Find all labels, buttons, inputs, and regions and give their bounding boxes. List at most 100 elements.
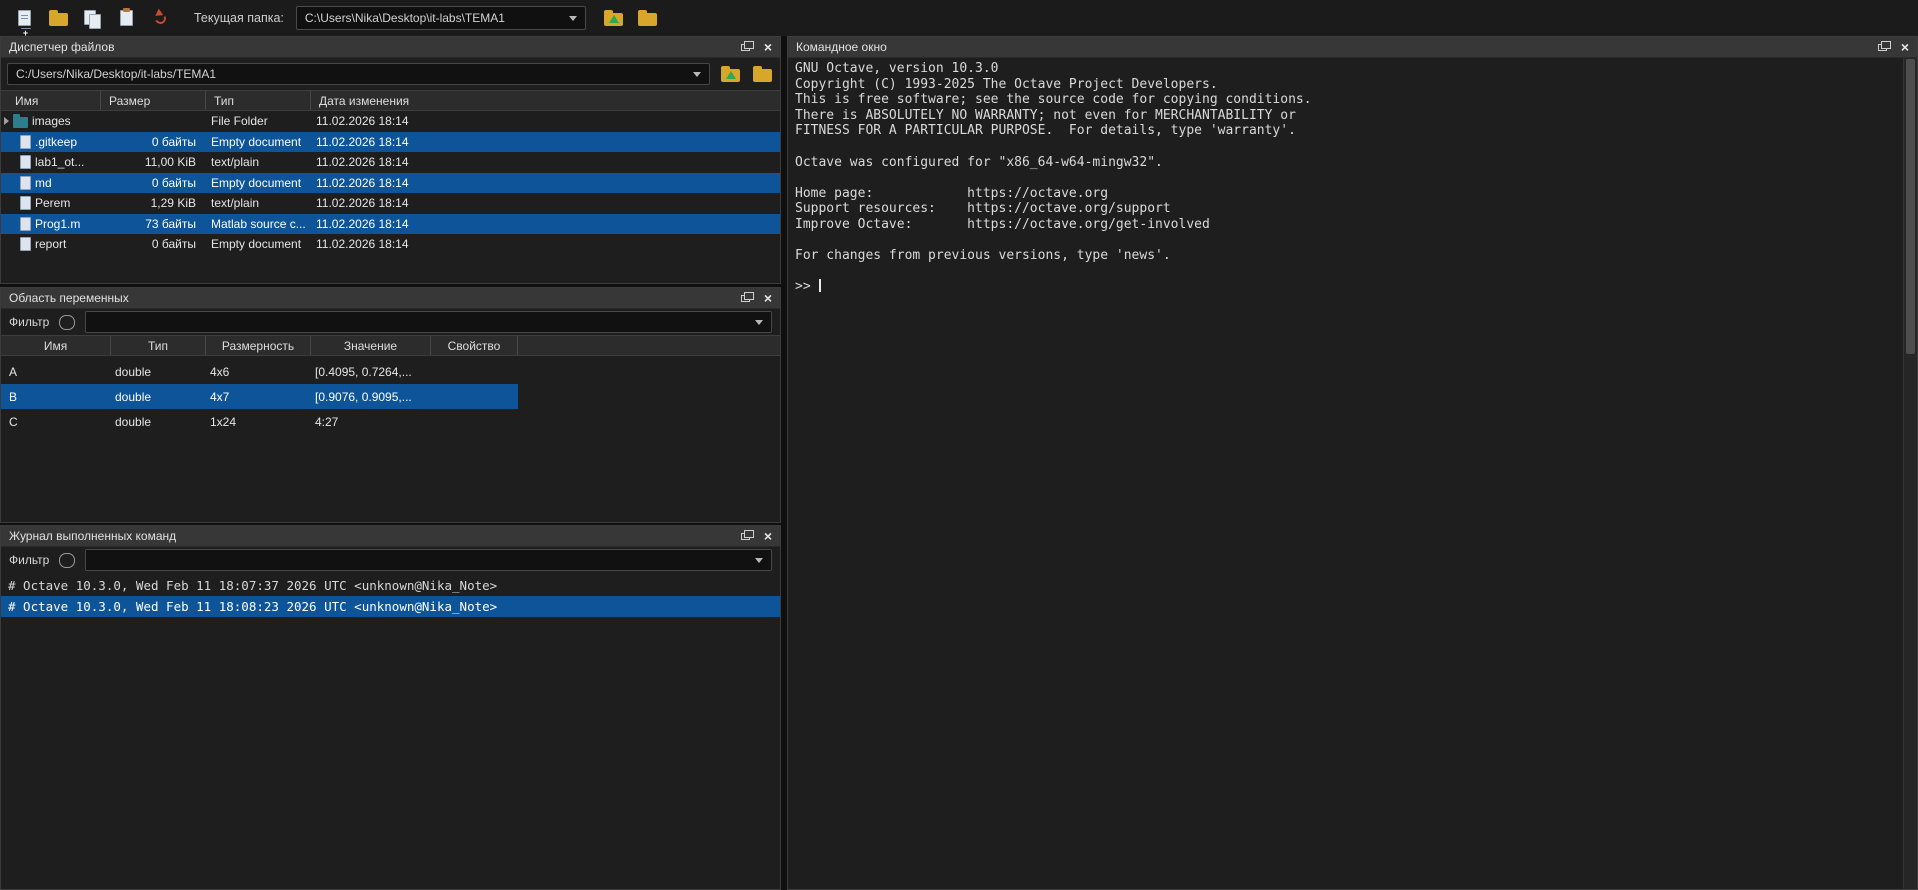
- file-browser-header: Имя Размер Тип Дата изменения: [1, 90, 780, 111]
- undock-icon[interactable]: [741, 44, 750, 51]
- filter-label: Фильтр: [9, 315, 49, 329]
- console-line: GNU Octave, version 10.3.0: [795, 61, 1903, 77]
- console-line: This is free software; see the source co…: [795, 92, 1903, 108]
- console-line: Home page: https://octave.org: [795, 186, 1903, 202]
- file-icon: [20, 176, 31, 190]
- filter-label: Фильтр: [9, 553, 49, 567]
- current-folder-path: C:\Users\Nika\Desktop\it-labs\TEMA1: [305, 11, 505, 25]
- new-script-button[interactable]: +: [10, 4, 38, 32]
- folder-up-button[interactable]: [600, 4, 628, 32]
- command-window-title: Командное окно: [796, 40, 887, 54]
- copy-button[interactable]: [78, 4, 106, 32]
- open-file-icon: [49, 13, 68, 26]
- table-row[interactable]: Perem 1,29 KiB text/plain 11.02.2026 18:…: [1, 193, 780, 214]
- folder-up-icon: [721, 69, 740, 82]
- command-window-titlebar[interactable]: Командное окно ×: [788, 37, 1917, 58]
- history-title: Журнал выполненных команд: [9, 529, 176, 543]
- chevron-down-icon: [755, 320, 763, 325]
- browse-folder-icon: [638, 13, 657, 26]
- table-row[interactable]: lab1_ot... 11,00 KiB text/plain 11.02.20…: [1, 152, 780, 173]
- undo-icon: [153, 11, 168, 26]
- file-browser-panel: Диспетчер файлов × C:/Users/Nika/Desktop…: [0, 36, 781, 284]
- file-browser-path: C:/Users/Nika/Desktop/it-labs/TEMA1: [16, 67, 216, 81]
- filter-checkbox[interactable]: [59, 553, 75, 568]
- column-header-value[interactable]: Значение: [311, 336, 431, 355]
- console-line: Improve Octave: https://octave.org/get-i…: [795, 217, 1903, 233]
- paste-icon: [120, 10, 133, 26]
- prompt-line[interactable]: >>: [795, 279, 1903, 295]
- console-line: [795, 170, 1903, 186]
- history-filter-combobox[interactable]: [85, 549, 772, 571]
- workspace-filter-combobox[interactable]: [85, 311, 772, 333]
- copy-icon: [84, 10, 101, 27]
- list-item[interactable]: # Octave 10.3.0, Wed Feb 11 18:07:37 202…: [1, 575, 780, 596]
- column-header-date[interactable]: Дата изменения: [311, 91, 780, 110]
- table-row[interactable]: .gitkeep 0 байты Empty document 11.02.20…: [1, 132, 780, 153]
- file-browser-browse-button[interactable]: [750, 63, 774, 85]
- column-header-dims[interactable]: Размерность: [206, 336, 311, 355]
- chevron-down-icon: [569, 16, 577, 21]
- column-header-type[interactable]: Тип: [206, 91, 311, 110]
- close-icon[interactable]: ×: [1901, 40, 1909, 54]
- file-icon: [20, 237, 31, 251]
- folder-icon: [13, 117, 28, 128]
- close-icon[interactable]: ×: [764, 529, 772, 543]
- workspace-panel: Область переменных × Фильтр Имя Тип Разм…: [0, 287, 781, 523]
- command-window-panel: Командное окно × GNU Octave, version 10.…: [787, 36, 1918, 890]
- open-file-button[interactable]: [44, 4, 72, 32]
- console-line: Support resources: https://octave.org/su…: [795, 201, 1903, 217]
- column-header-attr[interactable]: Свойство: [431, 336, 518, 355]
- scrollbar-thumb[interactable]: [1906, 59, 1915, 354]
- file-browser-titlebar[interactable]: Диспетчер файлов ×: [1, 37, 780, 58]
- browse-folder-button[interactable]: [634, 4, 662, 32]
- column-header-name[interactable]: Имя: [1, 336, 111, 355]
- prompt: >>: [795, 279, 818, 294]
- scrollbar[interactable]: [1903, 58, 1917, 889]
- expand-arrow-icon[interactable]: [4, 117, 9, 125]
- list-item[interactable]: # Octave 10.3.0, Wed Feb 11 18:08:23 202…: [1, 596, 780, 617]
- table-row[interactable]: A double 4x6 [0.4095, 0.7264,...: [1, 359, 518, 384]
- file-browser-up-button[interactable]: [718, 63, 742, 85]
- new-script-icon: +: [18, 10, 31, 26]
- file-icon: [20, 135, 31, 149]
- workspace-titlebar[interactable]: Область переменных ×: [1, 288, 780, 309]
- console-line: [795, 264, 1903, 280]
- file-browser-path-combobox[interactable]: C:/Users/Nika/Desktop/it-labs/TEMA1: [7, 63, 710, 85]
- undock-icon[interactable]: [741, 533, 750, 540]
- close-icon[interactable]: ×: [764, 291, 772, 305]
- current-folder-combobox[interactable]: C:\Users\Nika\Desktop\it-labs\TEMA1: [296, 6, 586, 30]
- text-cursor: [819, 279, 821, 292]
- undock-icon[interactable]: [741, 295, 750, 302]
- file-browser-title: Диспетчер файлов: [9, 40, 114, 54]
- console-line: [795, 139, 1903, 155]
- undock-icon[interactable]: [1878, 44, 1887, 51]
- console-line: For changes from previous versions, type…: [795, 248, 1903, 264]
- table-row[interactable]: C double 1x24 4:27: [1, 409, 518, 434]
- table-row[interactable]: B double 4x7 [0.9076, 0.9095,...: [1, 384, 518, 409]
- history-titlebar[interactable]: Журнал выполненных команд ×: [1, 526, 780, 547]
- workspace-header: Имя Тип Размерность Значение Свойство: [1, 335, 780, 356]
- table-row[interactable]: Prog1.m 73 байты Matlab source c... 11.0…: [1, 214, 780, 235]
- command-history-panel: Журнал выполненных команд × Фильтр # Oct…: [0, 525, 781, 890]
- table-row[interactable]: report 0 байты Empty document 11.02.2026…: [1, 234, 780, 255]
- column-header-type[interactable]: Тип: [111, 336, 206, 355]
- browse-folder-icon: [753, 69, 772, 82]
- paste-button[interactable]: [112, 4, 140, 32]
- workspace-title: Область переменных: [9, 291, 129, 305]
- table-row[interactable]: images File Folder 11.02.2026 18:14: [1, 111, 780, 132]
- command-window-output[interactable]: GNU Octave, version 10.3.0 Copyright (C)…: [788, 58, 1903, 889]
- console-line: FITNESS FOR A PARTICULAR PURPOSE. For de…: [795, 123, 1903, 139]
- console-line: Octave was configured for "x86_64-w64-mi…: [795, 155, 1903, 171]
- close-icon[interactable]: ×: [764, 40, 772, 54]
- folder-up-icon: [604, 13, 623, 26]
- column-header-size[interactable]: Размер: [101, 91, 206, 110]
- undo-button[interactable]: [146, 4, 174, 32]
- column-header-name[interactable]: Имя: [1, 91, 101, 110]
- filter-checkbox[interactable]: [59, 315, 75, 330]
- chevron-down-icon: [693, 72, 701, 77]
- table-row[interactable]: md 0 байты Empty document 11.02.2026 18:…: [1, 173, 780, 194]
- console-line: Copyright (C) 1993-2025 The Octave Proje…: [795, 77, 1903, 93]
- file-icon: [20, 217, 31, 231]
- console-line: [795, 233, 1903, 249]
- file-icon: [20, 155, 31, 169]
